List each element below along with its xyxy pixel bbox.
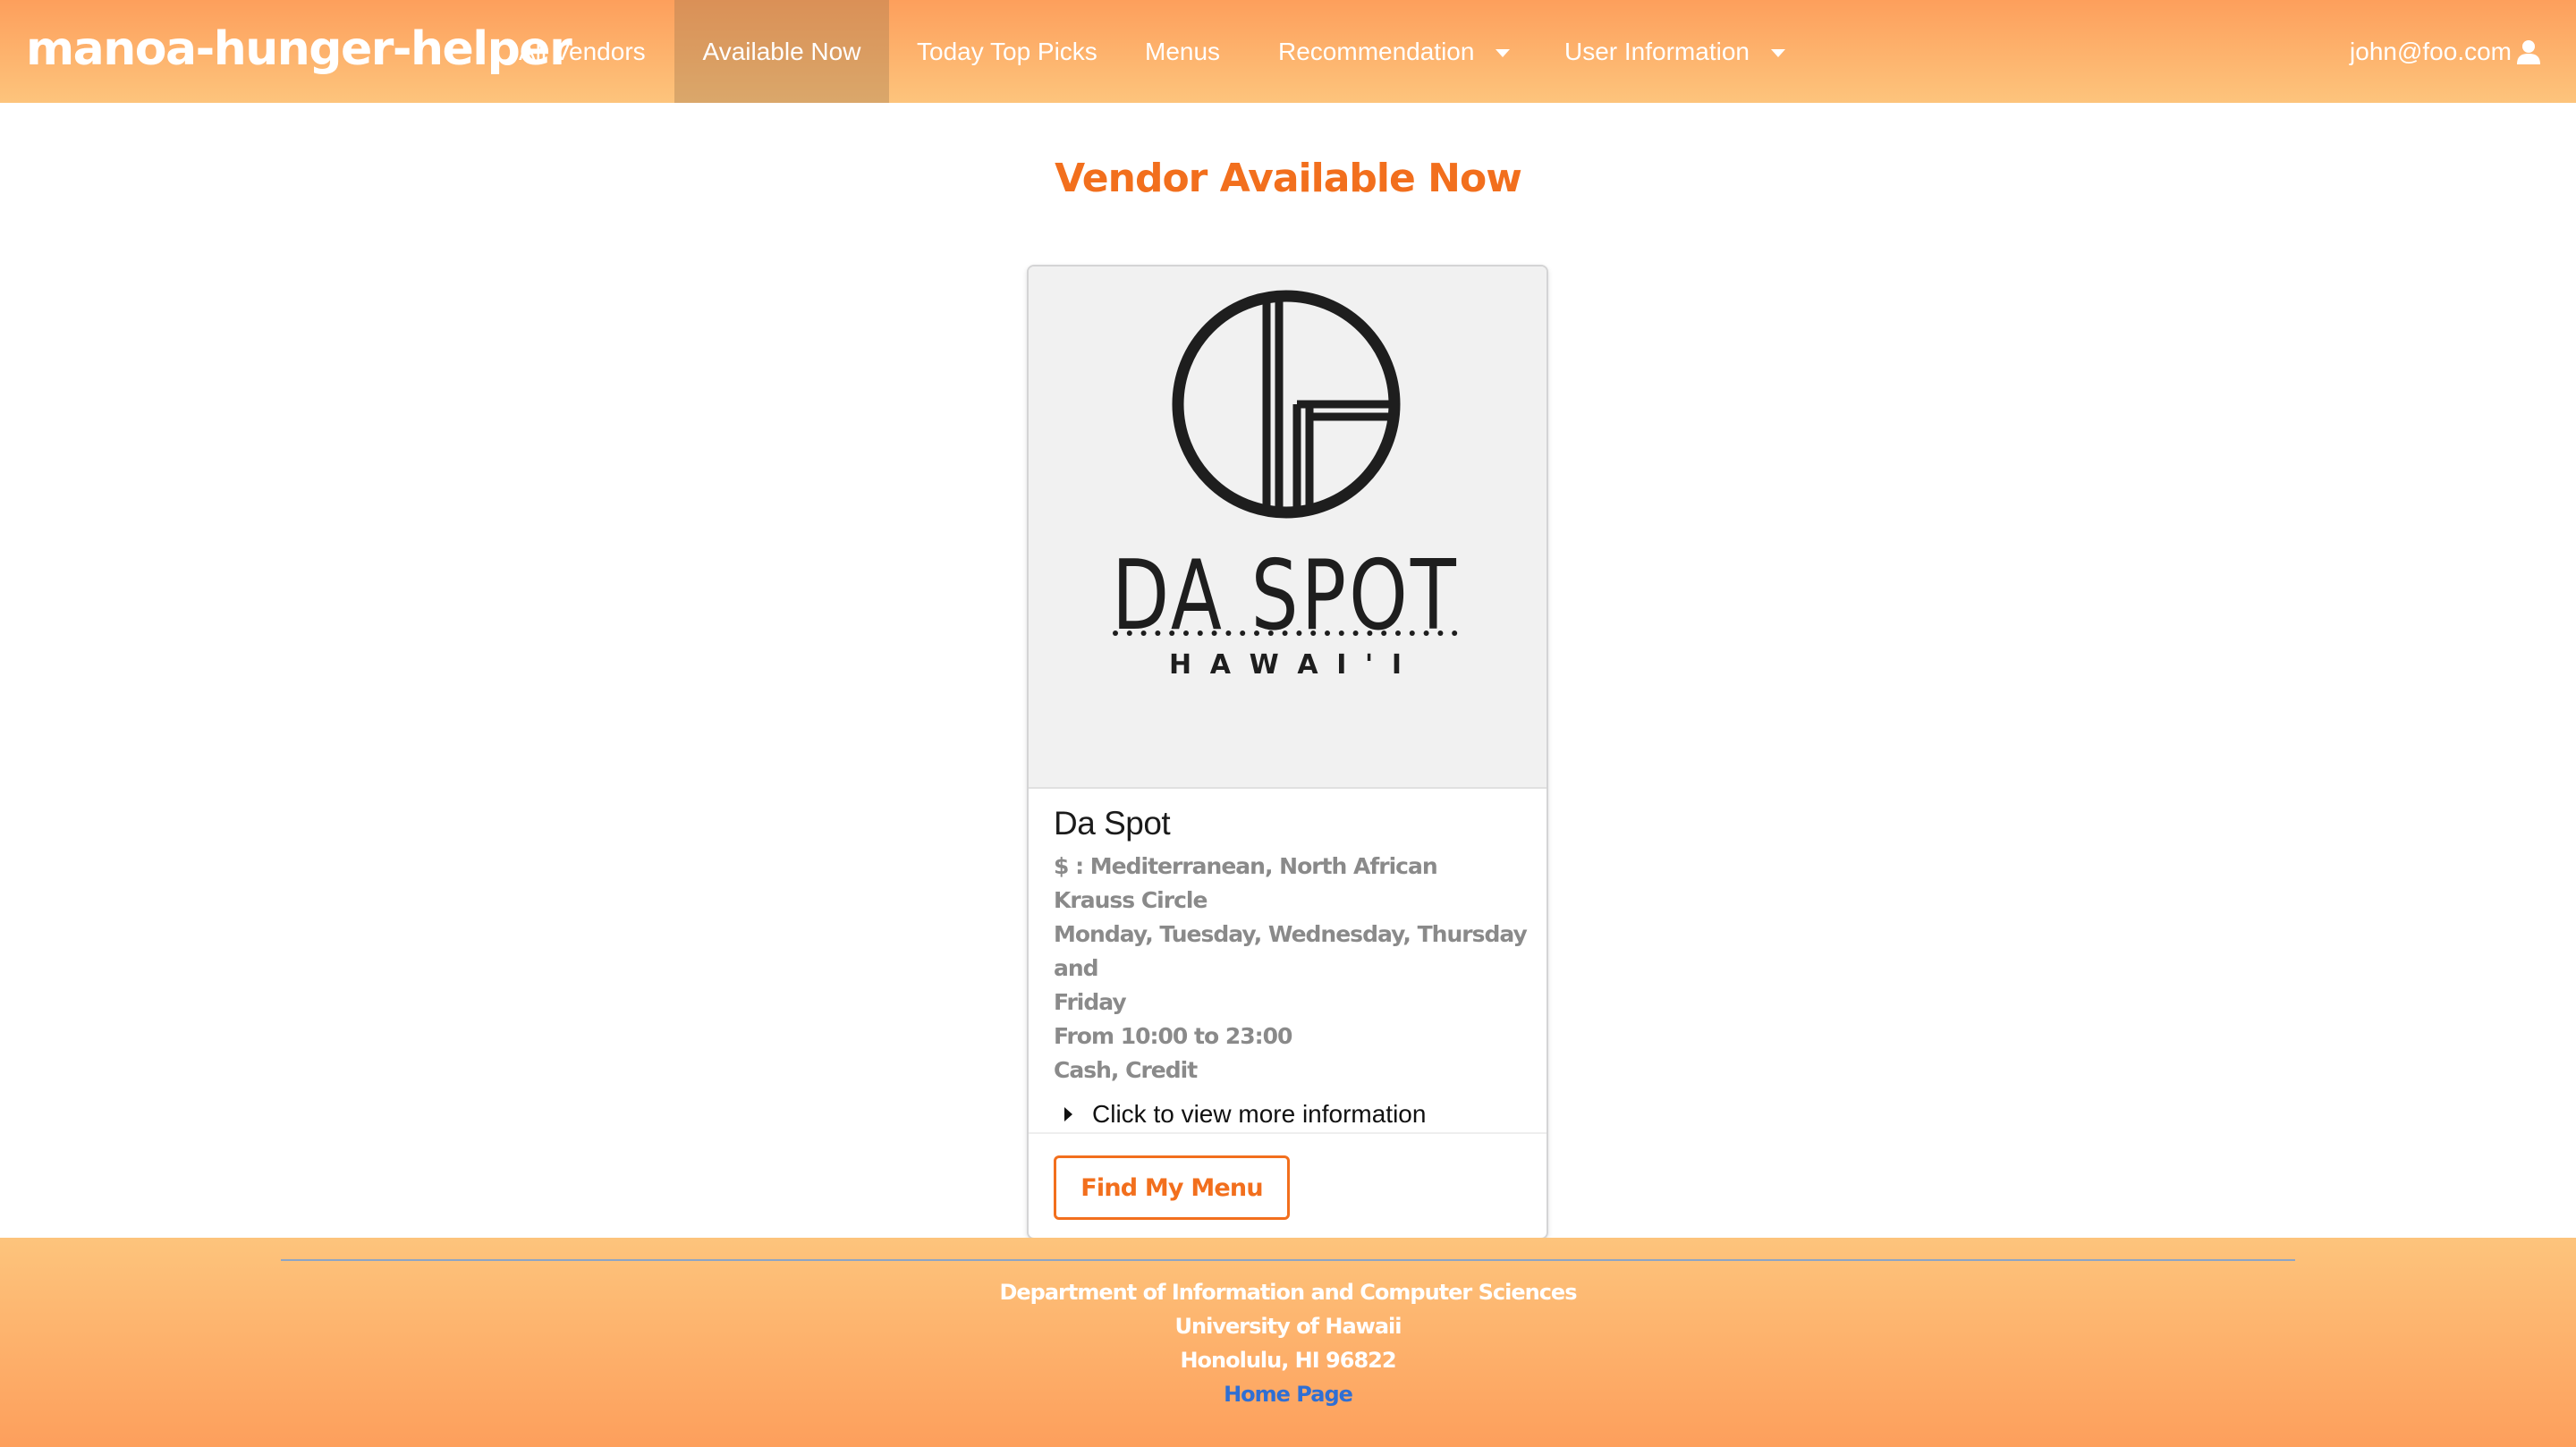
logo-dot [1423, 630, 1429, 636]
logo-dot [1437, 630, 1444, 636]
vendor-card: DA SPOT H A W A I ' I Da Spot $ : Medite… [1027, 265, 1548, 1240]
nav-item-label: Menus [1145, 37, 1221, 65]
nav-item-label: All Vendors [519, 37, 646, 65]
da-spot-logo: DA SPOT H A W A I ' I [1112, 290, 1458, 681]
top-navbar: manoa-hunger-helper All Vendors Availabl… [0, 0, 2576, 103]
logo-dot [1254, 630, 1259, 636]
logo-dot [1352, 630, 1359, 636]
nav-item-label: Recommendation [1278, 37, 1475, 65]
nav-item-available-now[interactable]: Available Now [674, 0, 889, 103]
nav-item-today-top-picks[interactable]: Today Top Picks [900, 0, 1114, 103]
logo-dot [1183, 630, 1189, 636]
caret-right-icon [1064, 1107, 1072, 1121]
logo-dot [1310, 630, 1317, 636]
page-title: Vendor Available Now [1055, 156, 1522, 201]
nav-item-recommendation-dropdown[interactable]: Recommendation [1261, 0, 1527, 103]
brand-logo-text[interactable]: manoa-hunger-helper [26, 16, 572, 82]
user-account-menu[interactable]: john@foo.com [2350, 0, 2542, 103]
logo-dot [1395, 630, 1401, 636]
nav-item-user-information-dropdown[interactable]: User Information [1547, 0, 1802, 103]
nav-item-label: Available Now [702, 37, 861, 65]
logo-dot [1381, 630, 1387, 636]
footer-city: Honolulu, HI 96822 [1180, 1348, 1396, 1373]
user-email: john@foo.com [2350, 37, 2512, 65]
logo-dot [1240, 630, 1246, 636]
vendor-meta: $ : Mediterranean, North African Krauss … [1054, 850, 1528, 1087]
chevron-down-icon [1770, 49, 1785, 57]
footer-university: University of Hawaii [1174, 1314, 1402, 1339]
vendor-payment: Cash, Credit [1054, 1057, 1198, 1083]
footer-department: Department of Information and Computer S… [999, 1280, 1577, 1305]
find-my-menu-button[interactable]: Find My Menu [1054, 1155, 1290, 1220]
nav-item-label: User Information [1564, 37, 1750, 65]
nav-item-menus[interactable]: Menus [1128, 0, 1237, 103]
vendor-days-continued: Friday [1054, 989, 1127, 1015]
home-page-link[interactable]: Home Page [0, 1377, 2576, 1411]
vendor-days: Monday, Tuesday, Wednesday, Thursday and [1054, 921, 1528, 981]
vendor-location: Krauss Circle [1054, 887, 1208, 913]
chevron-down-icon [1496, 49, 1511, 57]
footer: Department of Information and Computer S… [0, 1238, 2576, 1447]
logo-dot [1282, 630, 1288, 636]
logo-dot [1452, 630, 1458, 636]
expander-label: Click to view more information [1092, 1100, 1427, 1128]
nav-item-label: Today Top Picks [917, 37, 1097, 65]
logo-dot [1409, 630, 1415, 636]
vendor-hours: From 10:00 to 23:00 [1054, 1023, 1292, 1049]
logo-dot [1155, 630, 1161, 636]
logo-dot [1211, 630, 1217, 636]
logo-dot [1338, 630, 1344, 636]
logo-dot [1225, 630, 1232, 636]
vendor-card-content: Da Spot $ : Mediterranean, North African… [1054, 803, 1528, 1129]
card-divider [1029, 1132, 1546, 1134]
vendor-name: Da Spot [1054, 805, 1171, 842]
nav-item-all-vendors[interactable]: All Vendors [502, 0, 663, 103]
logo-dot [1197, 630, 1203, 636]
logo-dot [1140, 630, 1147, 636]
footer-divider [281, 1259, 2295, 1261]
logo-dot [1267, 630, 1274, 636]
logo-dot [1126, 630, 1132, 636]
user-icon [2517, 39, 2540, 64]
vendor-logo-image: DA SPOT H A W A I ' I [1029, 267, 1546, 789]
logo-sub-text: H A W A I ' I [1169, 649, 1402, 681]
more-info-expander[interactable]: Click to view more information [1054, 1100, 1528, 1129]
footer-address: Department of Information and Computer S… [0, 1275, 2576, 1411]
vendor-cuisine: $ : Mediterranean, North African [1054, 853, 1438, 879]
logo-dot [1169, 630, 1175, 636]
logo-dot [1325, 630, 1330, 636]
logo-dot [1113, 630, 1118, 636]
logo-dot [1296, 630, 1302, 636]
logo-dot [1367, 630, 1373, 636]
